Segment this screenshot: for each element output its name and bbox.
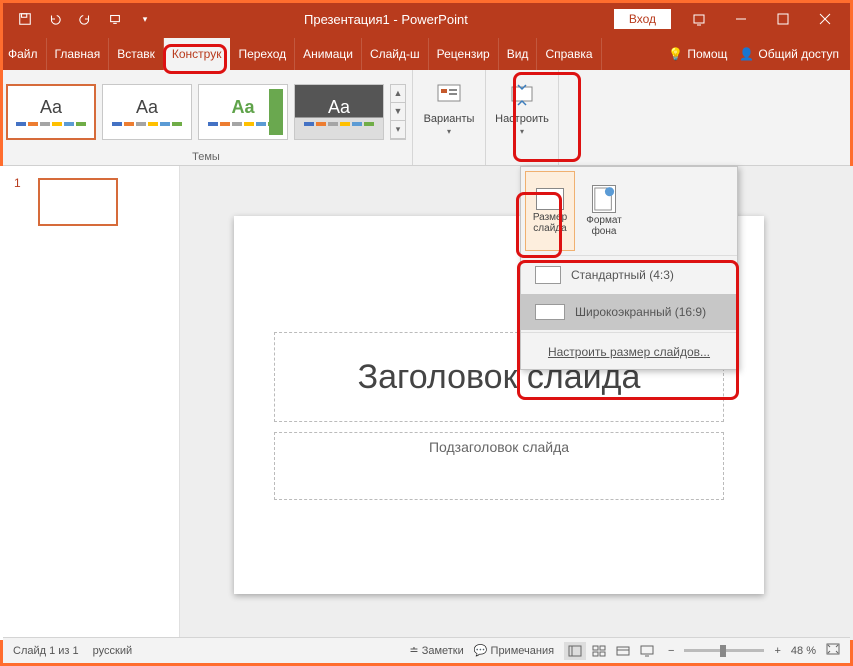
status-language[interactable]: русский [93, 645, 132, 657]
fit-to-window-icon[interactable] [826, 643, 840, 658]
theme-thumb-4[interactable]: Aa [294, 84, 384, 140]
ratio-169-icon [535, 304, 565, 320]
slide-thumbnail-1[interactable] [38, 178, 118, 226]
ratio-43-icon [535, 266, 561, 284]
size-custom-item[interactable]: Настроить размер слайдов... [521, 335, 737, 369]
comments-button[interactable]: 💬 Примечания [474, 644, 554, 657]
setup-dropdown: Размер слайда Формат фона Стандартный (4… [520, 166, 738, 370]
size-wide-item[interactable]: Широкоэкранный (16:9) [521, 294, 737, 330]
sorter-view-icon[interactable] [588, 642, 610, 660]
slide-editor[interactable]: Заголовок слайда Подзаголовок слайда [180, 166, 853, 640]
zoom-in-button[interactable]: + [774, 645, 780, 657]
notes-button[interactable]: ≐ Заметки [409, 644, 463, 657]
theme-thumb-1[interactable]: Aa [6, 84, 96, 140]
slideshow-view-icon[interactable] [636, 642, 658, 660]
size-standard-item[interactable]: Стандартный (4:3) [521, 256, 737, 294]
theme-thumb-3[interactable]: Aa [198, 84, 288, 140]
zoom-level[interactable]: 48 % [791, 645, 816, 657]
slide-size-button[interactable]: Размер слайда [525, 171, 575, 251]
zoom-slider[interactable] [684, 649, 764, 652]
subtitle-placeholder[interactable]: Подзаголовок слайда [274, 432, 724, 500]
slide-number: 1 [14, 176, 21, 190]
statusbar: Слайд 1 из 1 русский ≐ Заметки 💬 Примеча… [3, 637, 850, 663]
theme-thumb-2[interactable]: Aa [102, 84, 192, 140]
zoom-out-button[interactable]: − [668, 645, 674, 657]
format-background-icon [592, 185, 616, 213]
reading-view-icon[interactable] [612, 642, 634, 660]
normal-view-icon[interactable] [564, 642, 586, 660]
status-slide[interactable]: Слайд 1 из 1 [13, 645, 79, 657]
slide-size-icon [536, 188, 564, 210]
thumbnail-pane[interactable]: 1 [0, 166, 180, 640]
separator [521, 332, 737, 333]
format-background-button[interactable]: Формат фона [579, 171, 629, 251]
